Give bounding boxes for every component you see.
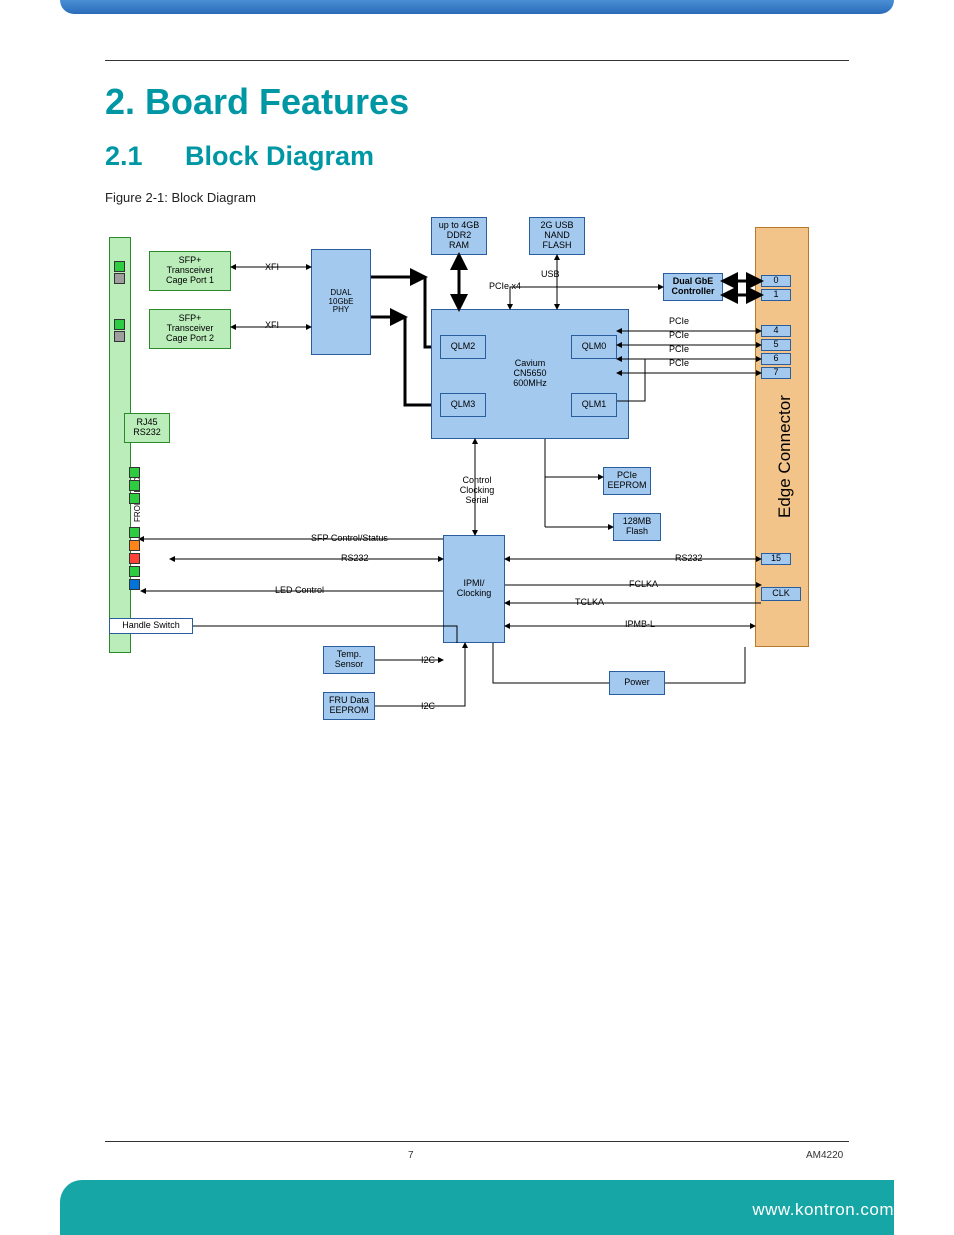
block-diagram: SFP+ Transceiver Cage Port 1 SFP+ Transc…: [105, 217, 823, 777]
led-icon: [114, 273, 125, 284]
sfp-port-1: SFP+ Transceiver Cage Port 1: [149, 251, 231, 291]
footer-url: www.kontron.com: [752, 1200, 894, 1220]
flash-128mb: 128MB Flash: [613, 513, 661, 541]
signal-xfi2: XFI: [265, 320, 279, 330]
signal-ipmb: IPMB-L: [625, 619, 655, 629]
signal-control: Control Clocking Serial: [455, 475, 499, 505]
signal-pcie-x4: PCIe x4: [489, 281, 521, 291]
qlm1: QLM1: [571, 393, 617, 417]
signal-led-ctrl: LED Control: [275, 585, 324, 595]
gbe-controller: Dual GbE Controller: [663, 273, 723, 301]
section-title: Block Diagram: [185, 141, 374, 171]
dual-10gbe-phy: DUAL 10GbE PHY: [311, 249, 371, 355]
qlm3: QLM3: [440, 393, 486, 417]
signal-tclka: TCLKA: [575, 597, 604, 607]
signal-xfi1: XFI: [265, 262, 279, 272]
ipmi-clocking: IPMI/ Clocking: [443, 535, 505, 643]
top-bar: [60, 0, 894, 14]
led-icon: [129, 493, 140, 504]
led-icon: [114, 319, 125, 330]
led-icon: [114, 261, 125, 272]
signal-fclka: FCLKA: [629, 579, 658, 589]
edge-connector-label: Edge Connector: [775, 377, 795, 537]
led-icon: [129, 527, 140, 538]
page-content: 2. Board Features 2.1Block Diagram Figur…: [105, 60, 849, 777]
signal-i2c-2: I2C: [421, 701, 435, 711]
rj45-rs232: RJ45 RS232: [124, 413, 170, 443]
pcie-eeprom: PCIe EEPROM: [603, 467, 651, 495]
signal-pcie-c: PCIe: [669, 344, 689, 354]
handle-switch: Handle Switch: [109, 618, 193, 634]
led-icon: [129, 540, 140, 551]
ddr2-ram: up to 4GB DDR2 RAM: [431, 217, 487, 255]
front-panel-strip: [109, 237, 131, 653]
edge-pin-6: 6: [761, 353, 791, 365]
cavium-cpu: Cavium CN5650 600MHz: [431, 309, 629, 439]
signal-usb: USB: [541, 269, 560, 279]
signal-rs232-r: RS232: [675, 553, 703, 563]
edge-pin-15: 15: [761, 553, 791, 565]
led-icon: [129, 579, 140, 590]
signal-rs232-l: RS232: [341, 553, 369, 563]
led-icon: [129, 553, 140, 564]
top-rule: [105, 60, 849, 61]
qlm0: QLM0: [571, 335, 617, 359]
sfp-port-2: SFP+ Transceiver Cage Port 2: [149, 309, 231, 349]
section-heading: 2.1Block Diagram: [105, 141, 849, 172]
led-icon: [114, 331, 125, 342]
section-number: 2.1: [105, 141, 185, 172]
edge-pin-clk: CLK: [761, 587, 801, 601]
footer-doc-id: AM4220: [806, 1150, 843, 1161]
edge-pin-0: 0: [761, 275, 791, 287]
figure-caption: Figure 2-1: Block Diagram: [105, 190, 849, 205]
fru-eeprom: FRU Data EEPROM: [323, 692, 375, 720]
footer-rule: [105, 1141, 849, 1142]
signal-pcie-d: PCIe: [669, 358, 689, 368]
chapter-title: 2. Board Features: [105, 81, 849, 123]
led-icon: [129, 480, 140, 491]
edge-pin-1: 1: [761, 289, 791, 301]
qlm2: QLM2: [440, 335, 486, 359]
nand-flash: 2G USB NAND FLASH: [529, 217, 585, 255]
led-icon: [129, 467, 140, 478]
edge-pin-7: 7: [761, 367, 791, 379]
led-icon: [129, 566, 140, 577]
signal-sfp-ctrl: SFP Control/Status: [311, 533, 388, 543]
signal-pcie-b: PCIe: [669, 330, 689, 340]
edge-pin-4: 4: [761, 325, 791, 337]
signal-i2c-1: I2C: [421, 655, 435, 665]
temp-sensor: Temp. Sensor: [323, 646, 375, 674]
signal-pcie-a: PCIe: [669, 316, 689, 326]
power-block: Power: [609, 671, 665, 695]
edge-pin-5: 5: [761, 339, 791, 351]
footer-page-number: 7: [408, 1150, 414, 1161]
